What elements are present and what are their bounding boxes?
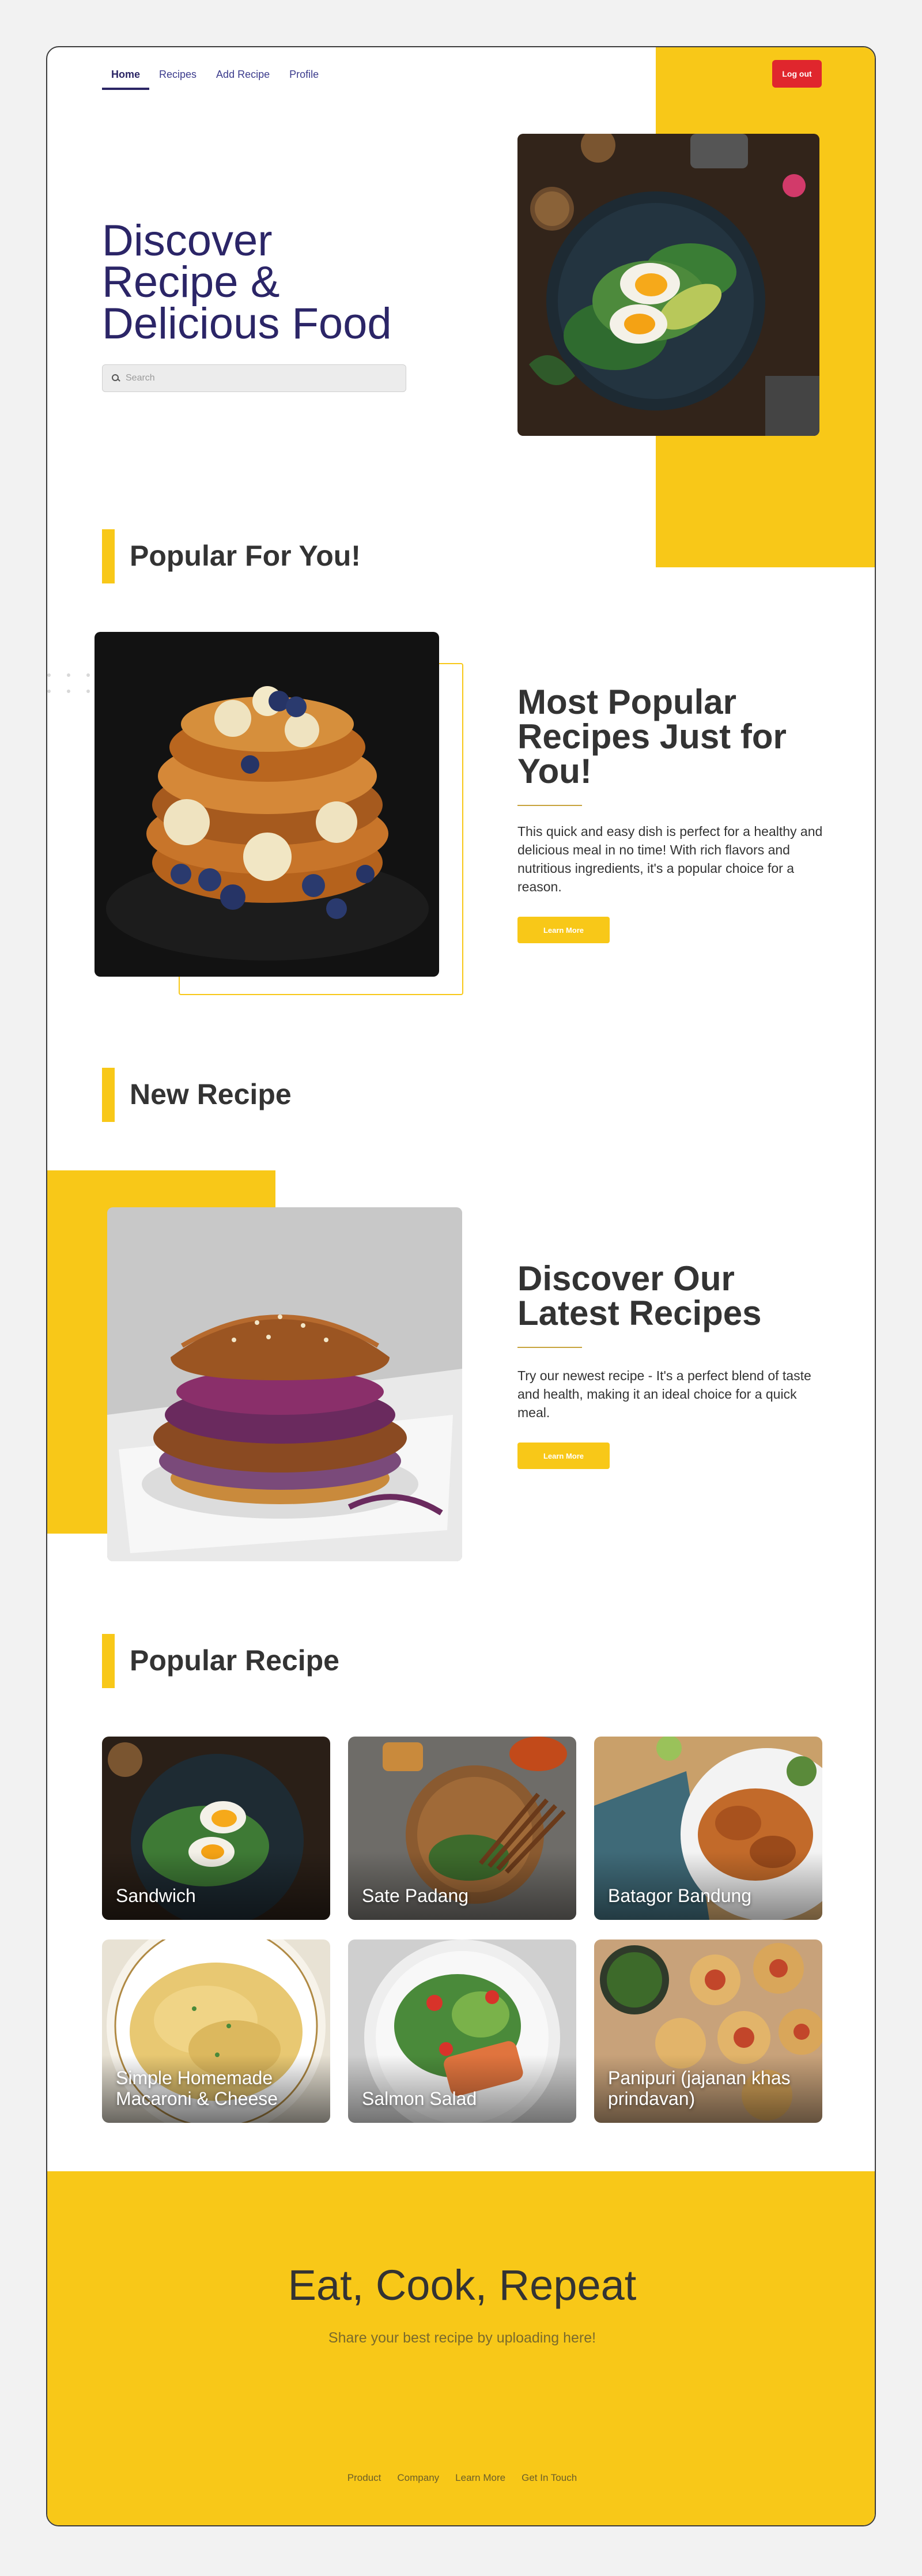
hero-title-line-3: Delicious Food xyxy=(102,299,392,348)
new-recipe-learn-more-button[interactable]: Learn More xyxy=(517,1443,610,1469)
new-recipe-description: Try our newest recipe - It's a perfect b… xyxy=(517,1368,811,1420)
footer-subtitle: Share your best recipe by uploading here… xyxy=(328,2330,596,2346)
popular-recipe-heading: Popular Recipe xyxy=(130,1644,339,1677)
recipe-card-batagor-bandung[interactable]: Batagor Bandung xyxy=(594,1737,822,1920)
page-frame: Home Recipes Add Recipe Profile Log out … xyxy=(46,46,876,2526)
footer-link-get-in-touch[interactable]: Get In Touch xyxy=(522,2472,577,2484)
new-recipe-heading: New Recipe xyxy=(130,1078,292,1110)
recipe-card-label: Sate Padang xyxy=(362,1885,469,1906)
popular-food-image xyxy=(95,632,439,977)
top-nav: Home Recipes Add Recipe Profile xyxy=(102,66,328,90)
new-recipe-divider xyxy=(517,1347,582,1348)
recipe-card-sandwich[interactable]: Sandwich xyxy=(102,1737,330,1920)
recipe-card-salmon-salad[interactable]: Salmon Salad xyxy=(348,1939,576,2123)
new-recipe-accent xyxy=(102,1068,115,1122)
footer-title: Eat, Cook, Repeat xyxy=(288,2261,637,2309)
popular-learn-more-button[interactable]: Learn More xyxy=(517,917,610,943)
decorative-dots xyxy=(47,673,90,693)
search-input[interactable] xyxy=(126,373,391,383)
nav-profile[interactable]: Profile xyxy=(279,66,328,90)
new-recipe-food-image xyxy=(107,1207,462,1561)
nav-recipes[interactable]: Recipes xyxy=(149,66,206,90)
recipe-card-panipuri[interactable]: Panipuri (jajanan khas prindavan) xyxy=(594,1939,822,2123)
popular-for-you-heading: Popular For You! xyxy=(130,540,361,572)
logout-button[interactable]: Log out xyxy=(772,60,822,88)
popular-for-you-accent xyxy=(102,529,115,583)
recipe-card-label: Batagor Bandung xyxy=(608,1885,752,1906)
recipe-card-label: Simple Homemade Macaroni & Cheese xyxy=(116,2067,278,2109)
recipe-card-label: Salmon Salad xyxy=(362,2088,477,2109)
nav-add-recipe[interactable]: Add Recipe xyxy=(206,66,279,90)
recipe-card-label: Sandwich xyxy=(116,1885,196,1906)
footer: Eat, Cook, Repeat Share your best recipe… xyxy=(47,2171,875,2525)
nav-home[interactable]: Home xyxy=(102,66,150,90)
new-recipe-title: Discover Our Latest Recipes xyxy=(517,1259,762,1332)
footer-link-learn-more[interactable]: Learn More xyxy=(455,2472,505,2484)
popular-description: This quick and easy dish is perfect for … xyxy=(517,824,823,894)
popular-divider xyxy=(517,805,582,806)
popular-recipe-accent xyxy=(102,1634,115,1688)
recipe-card-macaroni-cheese[interactable]: Simple Homemade Macaroni & Cheese xyxy=(102,1939,330,2123)
footer-link-company[interactable]: Company xyxy=(397,2472,439,2484)
recipe-card-sate-padang[interactable]: Sate Padang xyxy=(348,1737,576,1920)
hero-food-image xyxy=(517,134,819,436)
search-icon xyxy=(112,374,120,382)
footer-links: Product Company Learn More Get In Touch xyxy=(47,2472,875,2484)
recipe-card-label: Panipuri (jajanan khas prindavan) xyxy=(608,2067,791,2109)
hero-title: Discover Recipe & Delicious Food xyxy=(102,219,425,348)
search-bar[interactable] xyxy=(102,364,406,392)
popular-title: Most Popular Recipes Just for You! xyxy=(517,683,787,790)
footer-link-product[interactable]: Product xyxy=(347,2472,381,2484)
